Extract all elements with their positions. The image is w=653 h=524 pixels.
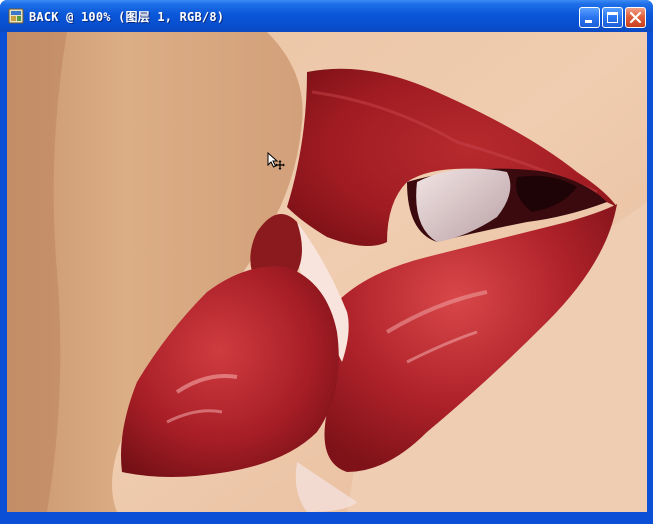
lips-photo [7, 32, 647, 512]
photoshop-document-icon[interactable] [8, 8, 24, 24]
maximize-icon [607, 12, 618, 23]
minimize-button[interactable] [579, 7, 600, 28]
minimize-icon [585, 20, 592, 23]
window-bottom-border[interactable] [0, 512, 653, 524]
maximize-button[interactable] [602, 7, 623, 28]
image-canvas[interactable] [7, 32, 647, 512]
document-window: BACK @ 100% (图层 1, RGB/8) [0, 0, 653, 524]
title-bar[interactable]: BACK @ 100% (图层 1, RGB/8) [0, 0, 653, 32]
window-title: BACK @ 100% (图层 1, RGB/8) [29, 10, 225, 24]
move-cursor-icon [267, 152, 285, 170]
close-icon [629, 11, 642, 24]
close-button[interactable] [625, 7, 646, 28]
